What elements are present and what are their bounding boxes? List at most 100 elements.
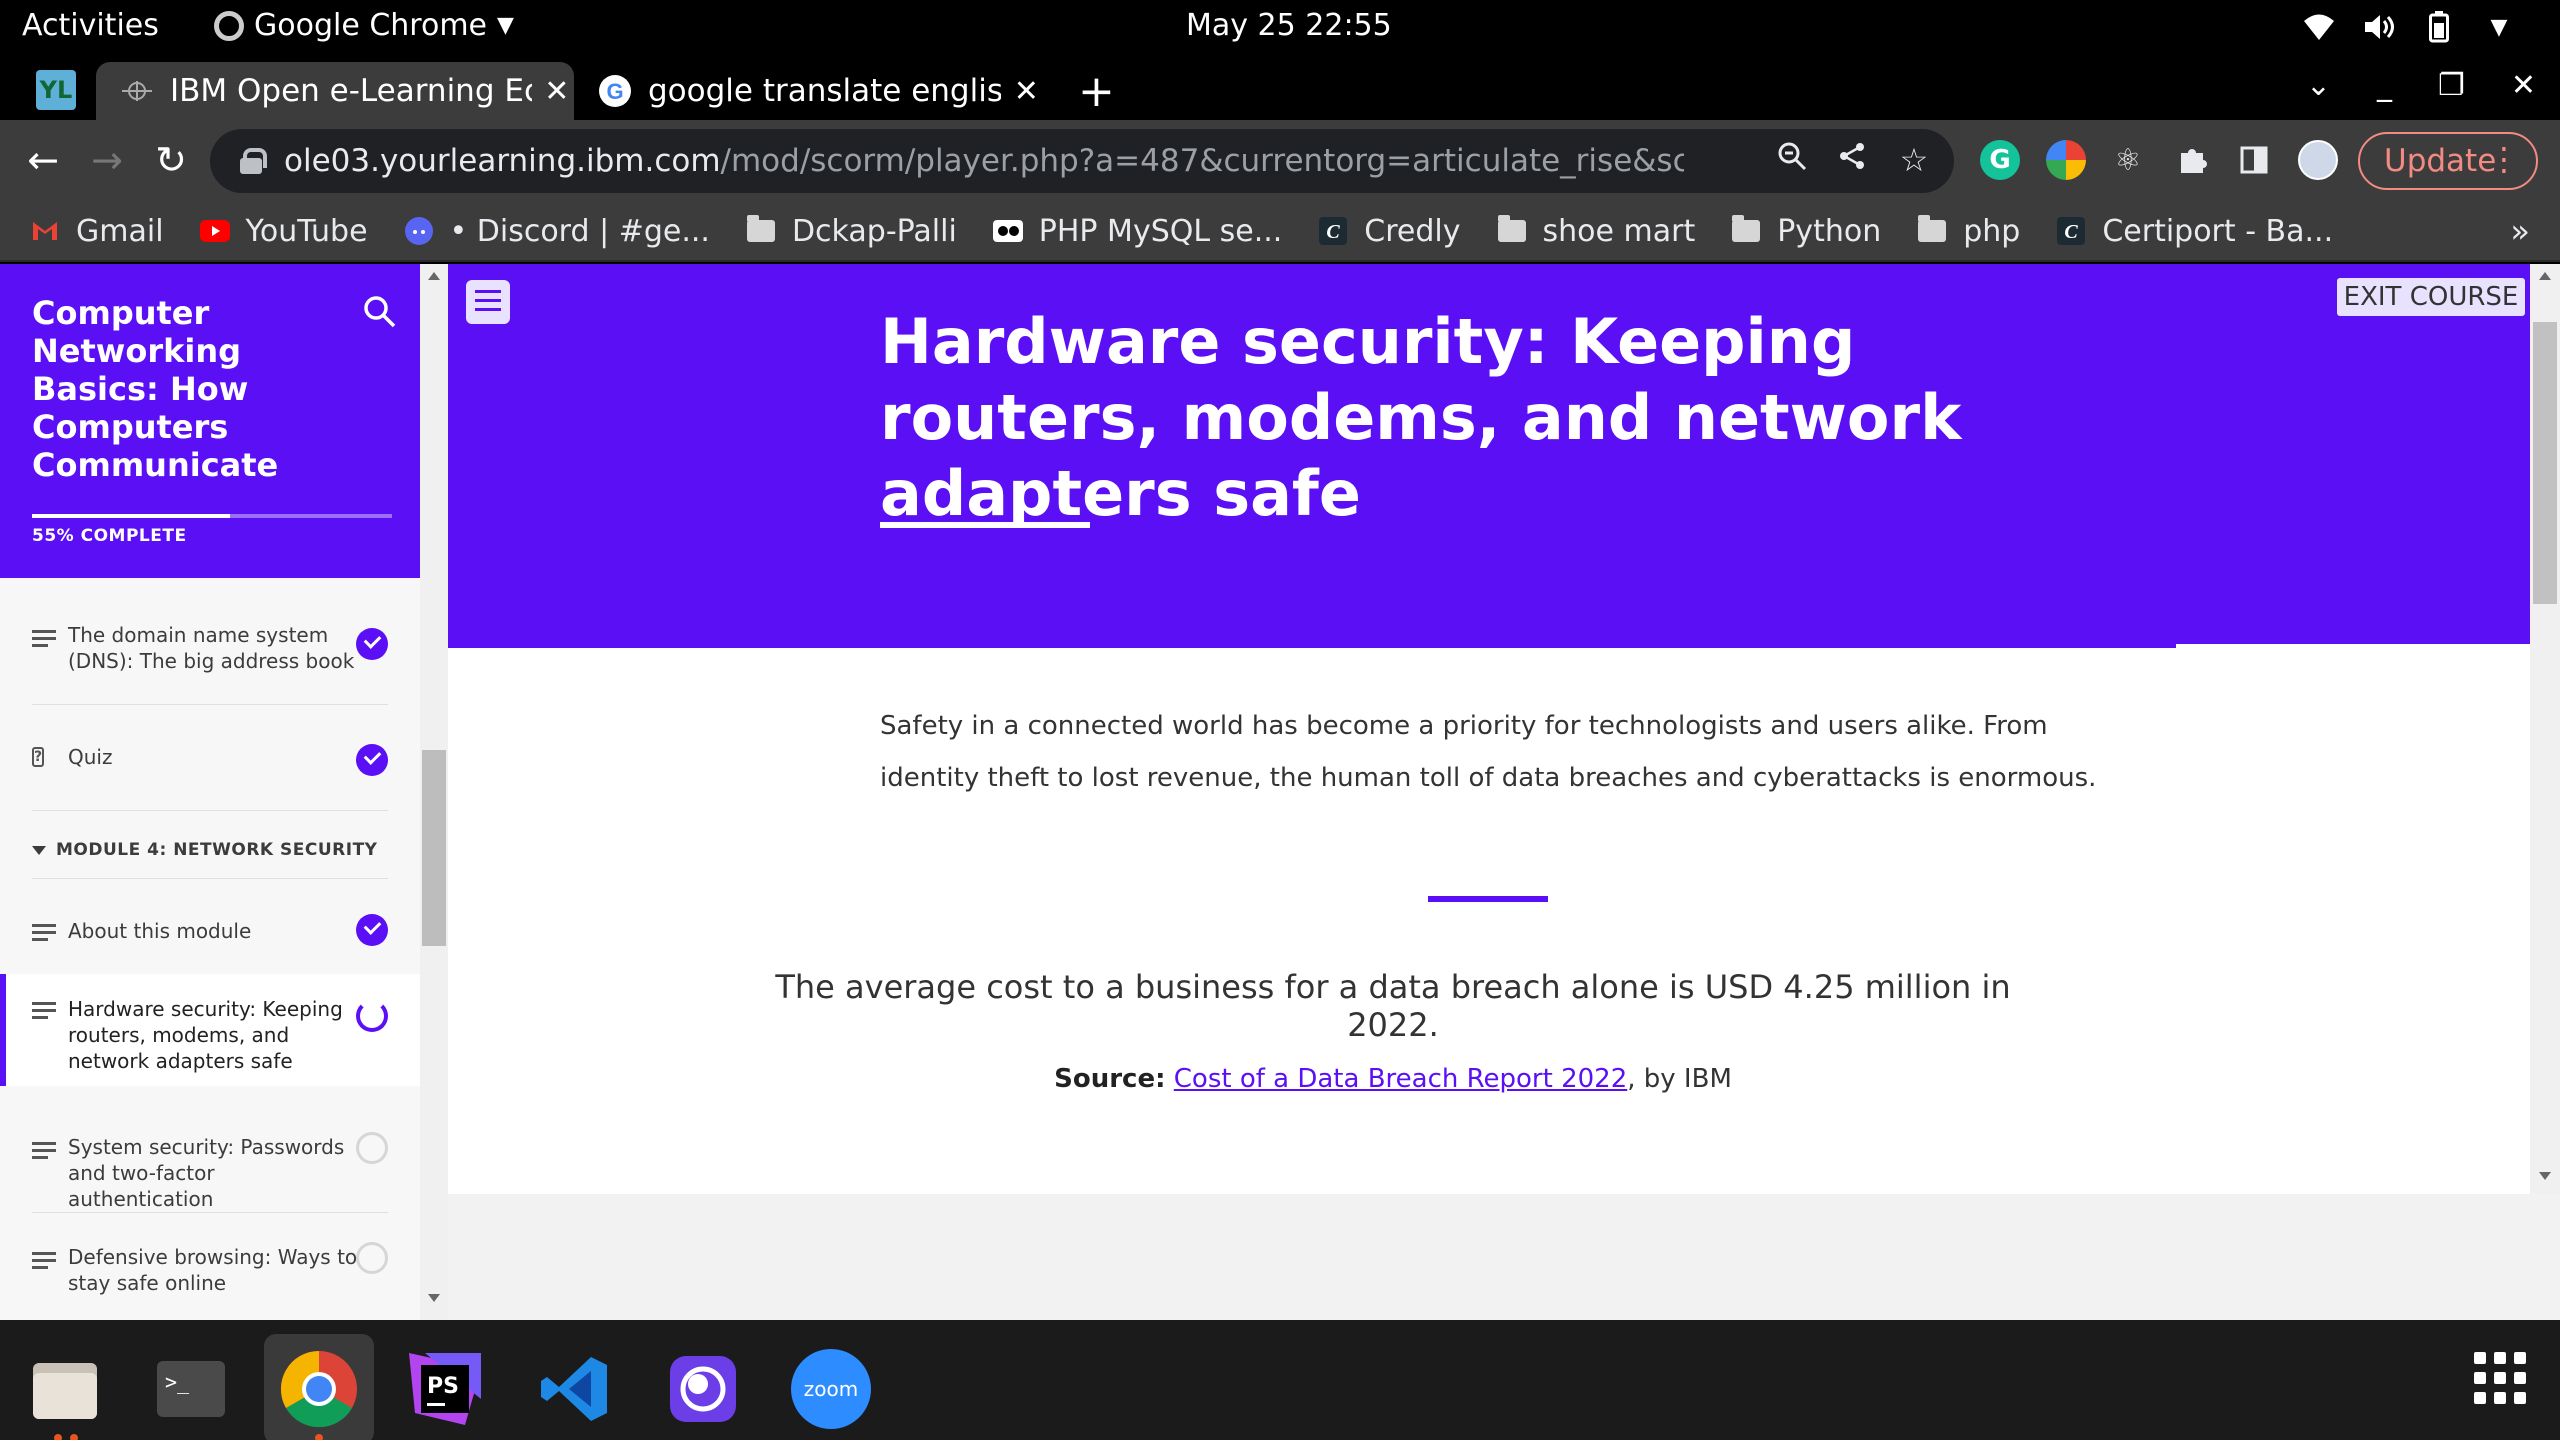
forward-button[interactable]: → (84, 138, 130, 182)
clock[interactable]: May 25 22:55 (1186, 8, 1392, 43)
sidebar-item-quiz[interactable]: ? Quiz (0, 744, 420, 784)
extensions-puzzle-icon[interactable] (2172, 140, 2212, 180)
bookmark-label: Credly (1364, 213, 1461, 249)
lock-icon[interactable] (240, 148, 267, 174)
sidebar-item-dns[interactable]: The domain name system (DNS): The big ad… (0, 620, 420, 696)
close-tab-icon[interactable]: ✕ (540, 74, 574, 109)
share-icon[interactable] (1832, 141, 1872, 179)
page-scrollbar[interactable] (2530, 264, 2560, 1194)
running-indicator (315, 1434, 323, 1440)
module-heading[interactable]: MODULE 4: NETWORK SECURITY (32, 840, 377, 860)
scroll-up-arrow-icon[interactable] (428, 272, 440, 280)
sidebar-scrollbar[interactable] (420, 264, 448, 1320)
zoom-icon[interactable] (1772, 141, 1812, 179)
bookmark-label: Gmail (76, 213, 164, 249)
bookmark-discord[interactable]: • Discord | #ge... (404, 214, 710, 249)
folder-icon (1497, 215, 1527, 244)
close-tab-icon[interactable]: ✕ (1009, 74, 1044, 109)
bookmark-label: • Discord | #ge... (449, 213, 710, 249)
scroll-up-arrow-icon[interactable] (2539, 272, 2551, 280)
dock-screen-recorder[interactable] (648, 1334, 758, 1440)
url-text[interactable]: ole03.yourlearning.ibm.com/mod/scorm/pla… (284, 143, 1684, 179)
new-tab-button[interactable]: + (1078, 66, 1115, 117)
tab-title: google translate english t (648, 73, 1001, 109)
yl-app-icon[interactable]: YL (36, 70, 76, 110)
bookmark-gmail[interactable]: Gmail (30, 214, 164, 249)
bookmark-dckap-palli[interactable]: Dckap-Palli (746, 214, 957, 249)
svg-text:>_: >_ (165, 1370, 190, 1394)
files-icon (33, 1363, 97, 1419)
dock-chrome[interactable] (264, 1334, 374, 1440)
divider (32, 810, 388, 811)
exit-course-button[interactable]: EXIT COURSE (2337, 278, 2525, 316)
not-started-icon (356, 1242, 388, 1274)
dock-zoom[interactable]: zoom (776, 1334, 886, 1440)
back-button[interactable]: ← (20, 138, 66, 182)
gmail-icon (30, 218, 60, 244)
update-button[interactable]: Update ⋮ (2358, 132, 2538, 190)
divider (32, 878, 388, 879)
dock-vscode[interactable] (520, 1334, 630, 1440)
search-icon[interactable] (362, 294, 398, 330)
url-host: ole03.yourlearning.ibm.com (284, 143, 721, 179)
sidebar-item-about-module[interactable]: About this module (0, 914, 420, 954)
color-picker-extension-icon[interactable] (2046, 140, 2086, 180)
system-tray[interactable]: ▼ (2302, 10, 2516, 44)
bookmark-certiport[interactable]: C Certiport - Ba... (2056, 214, 2333, 249)
bookmark-shoe-mart[interactable]: shoe mart (1497, 214, 1695, 249)
tab-ibm-learning[interactable]: IBM Open e-Learning Ecos ✕ (96, 62, 574, 120)
more-menu-icon[interactable]: ⋮ (2488, 140, 2520, 178)
bookmarks-bar: Gmail YouTube • Discord | #ge... Dckap-P… (0, 202, 2560, 262)
scroll-down-arrow-icon[interactable] (2539, 1172, 2551, 1180)
complete-check-icon (356, 914, 388, 946)
bookmark-label: Dckap-Palli (791, 213, 957, 249)
sidebar-item-system-security[interactable]: System security: Passwords and two-facto… (0, 1132, 420, 1211)
lesson-list-icon (32, 630, 56, 650)
in-progress-icon (356, 1000, 388, 1032)
reload-button[interactable]: ↻ (148, 138, 194, 182)
page-scroll-thumb[interactable] (2533, 322, 2557, 604)
svg-text:C: C (2065, 221, 2079, 243)
react-devtools-icon[interactable]: ⚛ (2108, 140, 2148, 180)
svg-text:PS: PS (427, 1374, 459, 1399)
close-window-icon[interactable]: ✕ (2511, 68, 2536, 103)
bookmark-credly[interactable]: C Credly (1318, 213, 1461, 249)
grammarly-icon[interactable]: G (1980, 140, 2020, 180)
minimize-icon[interactable]: _ (2377, 68, 2392, 103)
progress-label: 55% COMPLETE (32, 526, 187, 546)
side-panel-icon[interactable] (2234, 140, 2274, 180)
svg-text:C: C (1327, 221, 1341, 243)
statistic-text: The average cost to a business for a dat… (775, 968, 2011, 1044)
source-link[interactable]: Cost of a Data Breach Report 2022 (1174, 1064, 1627, 1094)
tab-search-icon[interactable]: ⌄ (2306, 68, 2331, 103)
tab-google-translate[interactable]: G google translate english t ✕ (574, 62, 1044, 120)
scroll-down-arrow-icon[interactable] (428, 1294, 440, 1302)
bookmark-youtube[interactable]: YouTube (199, 214, 368, 249)
sidebar-item-hardware-security[interactable]: Hardware security: Keeping routers, mode… (0, 974, 420, 1086)
sidebar-item-defensive-browsing[interactable]: Defensive browsing: Ways to stay safe on… (0, 1242, 420, 1302)
bookmark-python[interactable]: Python (1731, 214, 1881, 249)
bookmark-php[interactable]: php (1917, 214, 2020, 249)
chrome-icon (280, 1350, 357, 1428)
dock-phpstorm[interactable]: PS (390, 1334, 500, 1440)
more-bookmarks-icon[interactable]: » (2510, 212, 2530, 250)
profile-avatar[interactable] (2298, 140, 2338, 180)
dock-terminal[interactable]: >_ (136, 1334, 246, 1440)
menu-toggle-button[interactable] (466, 280, 510, 324)
show-apps-grid-icon[interactable] (2474, 1352, 2526, 1404)
sidebar-scroll-thumb[interactable] (422, 750, 446, 946)
app-menu[interactable]: Google Chrome ▼ (214, 8, 514, 43)
address-bar[interactable]: ole03.yourlearning.ibm.com/mod/scorm/pla… (210, 129, 1954, 193)
bookmark-php-mysql[interactable]: PHP MySQL se... (992, 214, 1282, 249)
lesson-list-icon (32, 1002, 56, 1022)
lesson-list-icon (32, 924, 56, 944)
bookmark-star-icon[interactable]: ☆ (1894, 141, 1934, 179)
restore-icon[interactable]: ❐ (2438, 68, 2465, 103)
terminal-icon: >_ (157, 1361, 225, 1417)
complete-check-icon (356, 744, 388, 776)
battery-icon (2422, 10, 2456, 44)
dock-files[interactable] (10, 1334, 120, 1440)
running-indicator (70, 1434, 78, 1440)
activities-button[interactable]: Activities (22, 8, 159, 43)
lesson-label: The domain name system (DNS): The big ad… (68, 623, 355, 673)
